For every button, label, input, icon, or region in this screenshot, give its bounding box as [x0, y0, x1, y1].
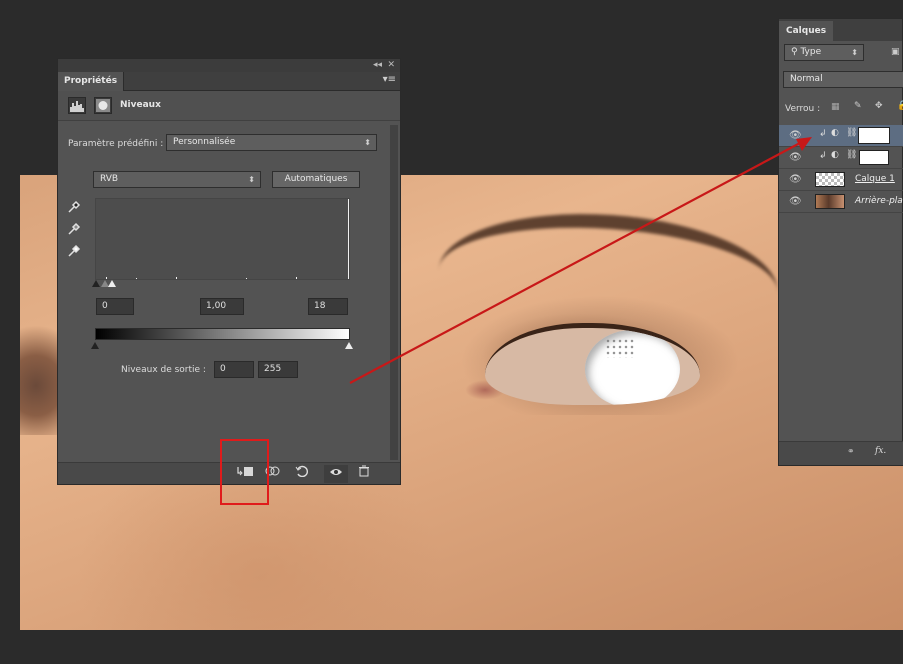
layer-row-calque-1[interactable]: 👁 Calque 1: [779, 169, 903, 191]
histogram-bar: [348, 199, 349, 279]
lock-brush-icon[interactable]: ✎: [854, 101, 862, 111]
histogram-bar: [296, 277, 297, 279]
tab-properties[interactable]: Propriétés: [58, 72, 125, 91]
layers-tab-strip: Calques: [779, 19, 902, 41]
histogram-bar: [176, 277, 177, 279]
input-white-field[interactable]: 18: [308, 298, 348, 315]
clip-arrow-icon: ↲: [819, 129, 827, 139]
output-gradient-bar: [95, 328, 350, 340]
chevron-updown-icon: ⬍: [248, 175, 255, 184]
lock-row: Verrou : ▦ ✎ ✥ 🔒: [779, 101, 903, 119]
layer-thumbnail[interactable]: [815, 172, 845, 187]
blend-mode-value: Normal: [790, 74, 823, 84]
preset-value: Personnalisée: [173, 137, 236, 147]
clip-arrow-icon: ↲: [819, 151, 827, 161]
auto-button[interactable]: Automatiques: [272, 171, 360, 188]
preset-dropdown[interactable]: Personnalisée ⬍: [166, 134, 377, 151]
input-black-field[interactable]: 0: [96, 298, 134, 315]
layer-filter-row: ⚲ Type ⬍ ▣: [779, 44, 903, 64]
levels-histogram-icon[interactable]: [68, 97, 86, 114]
trash-icon[interactable]: [352, 465, 376, 483]
adjustment-header: Niveaux: [58, 91, 400, 121]
filter-type-value: Type: [800, 47, 822, 57]
reset-icon[interactable]: [290, 465, 314, 483]
black-eyedropper-icon[interactable]: [67, 200, 83, 216]
mask-icon[interactable]: [94, 97, 112, 114]
layer-row-levels-1[interactable]: 👁 ↲ ◐ ⛓: [779, 147, 903, 169]
properties-title-bar[interactable]: ◂◂ ✕: [58, 59, 400, 72]
layer-row-background[interactable]: 👁 Arrière-pla: [779, 191, 903, 213]
chevron-updown-icon: ⬍: [851, 48, 858, 57]
properties-tab-strip: Propriétés ▾≡: [58, 72, 400, 91]
chain-link-icon[interactable]: ⛓: [846, 150, 857, 160]
output-white-slider[interactable]: [345, 342, 353, 349]
histogram-bar: [246, 278, 247, 279]
collapse-icon[interactable]: ◂◂: [373, 59, 382, 72]
preset-label: Paramètre prédéfini :: [68, 139, 164, 149]
histogram-bar: [106, 277, 107, 279]
photo-eyebrow: [437, 203, 783, 307]
blend-mode-dropdown[interactable]: Normal: [783, 71, 903, 88]
eye-icon[interactable]: 👁: [789, 130, 802, 141]
histogram-bar: [136, 278, 137, 279]
fx-icon[interactable]: fx.: [875, 446, 886, 456]
mask-thumbnail[interactable]: [858, 127, 890, 144]
gray-eyedropper-icon[interactable]: [67, 222, 83, 238]
close-icon[interactable]: ✕: [387, 59, 395, 72]
mask-thumbnail[interactable]: [859, 150, 889, 165]
filter-type-dropdown[interactable]: ⚲ Type ⬍: [784, 44, 864, 61]
chain-link-icon[interactable]: ⛓: [846, 128, 857, 138]
layer-row-levels-2[interactable]: 👁 ↲ ◐ ⛓: [779, 125, 903, 147]
white-eyedropper-icon[interactable]: [67, 244, 83, 260]
chevron-updown-icon: ⬍: [364, 138, 371, 147]
layers-footer: ⚭ fx.: [779, 441, 903, 465]
channel-dropdown[interactable]: RVB ⬍: [93, 171, 261, 188]
properties-panel: ◂◂ ✕ Propriétés ▾≡ Niveaux Paramètre pré…: [57, 58, 401, 485]
adjustment-layer-icon: ◐: [831, 128, 839, 138]
channel-value: RVB: [100, 174, 119, 184]
photo-iris-texture: [605, 338, 635, 358]
lock-move-icon[interactable]: ✥: [875, 101, 883, 111]
annotation-highlight-box: [220, 439, 269, 505]
properties-scrollbar[interactable]: [390, 125, 398, 460]
levels-histogram: [95, 198, 350, 280]
eye-icon[interactable]: 👁: [789, 152, 802, 163]
output-black-slider[interactable]: [91, 342, 99, 349]
visibility-icon[interactable]: [324, 465, 348, 483]
tab-layers[interactable]: Calques: [779, 21, 834, 41]
input-white-slider[interactable]: [108, 280, 116, 287]
layer-name[interactable]: Arrière-pla: [855, 196, 903, 206]
layer-thumbnail[interactable]: [815, 194, 845, 209]
output-levels-label: Niveaux de sortie :: [121, 365, 206, 375]
panel-menu-icon[interactable]: ▾≡: [383, 74, 396, 85]
input-gamma-field[interactable]: 1,00: [200, 298, 244, 315]
eye-icon[interactable]: 👁: [789, 174, 802, 185]
adjustment-layer-icon: ◐: [831, 150, 839, 160]
lock-transparency-icon[interactable]: ▦: [831, 102, 840, 112]
input-black-slider[interactable]: [92, 280, 100, 287]
output-white-field[interactable]: 255: [258, 361, 298, 378]
layers-panel: Calques ⚲ Type ⬍ ▣ Normal Verrou : ▦ ✎ ✥…: [778, 18, 903, 466]
lock-all-icon[interactable]: 🔒: [897, 101, 903, 111]
lock-label: Verrou :: [785, 104, 821, 114]
layer-name[interactable]: Calque 1: [855, 174, 895, 184]
eye-icon[interactable]: 👁: [789, 196, 802, 207]
adjustment-title: Niveaux: [120, 100, 161, 110]
output-black-field[interactable]: 0: [214, 361, 254, 378]
image-filter-icon[interactable]: ▣: [891, 47, 900, 57]
link-layers-icon[interactable]: ⚭: [847, 447, 855, 457]
